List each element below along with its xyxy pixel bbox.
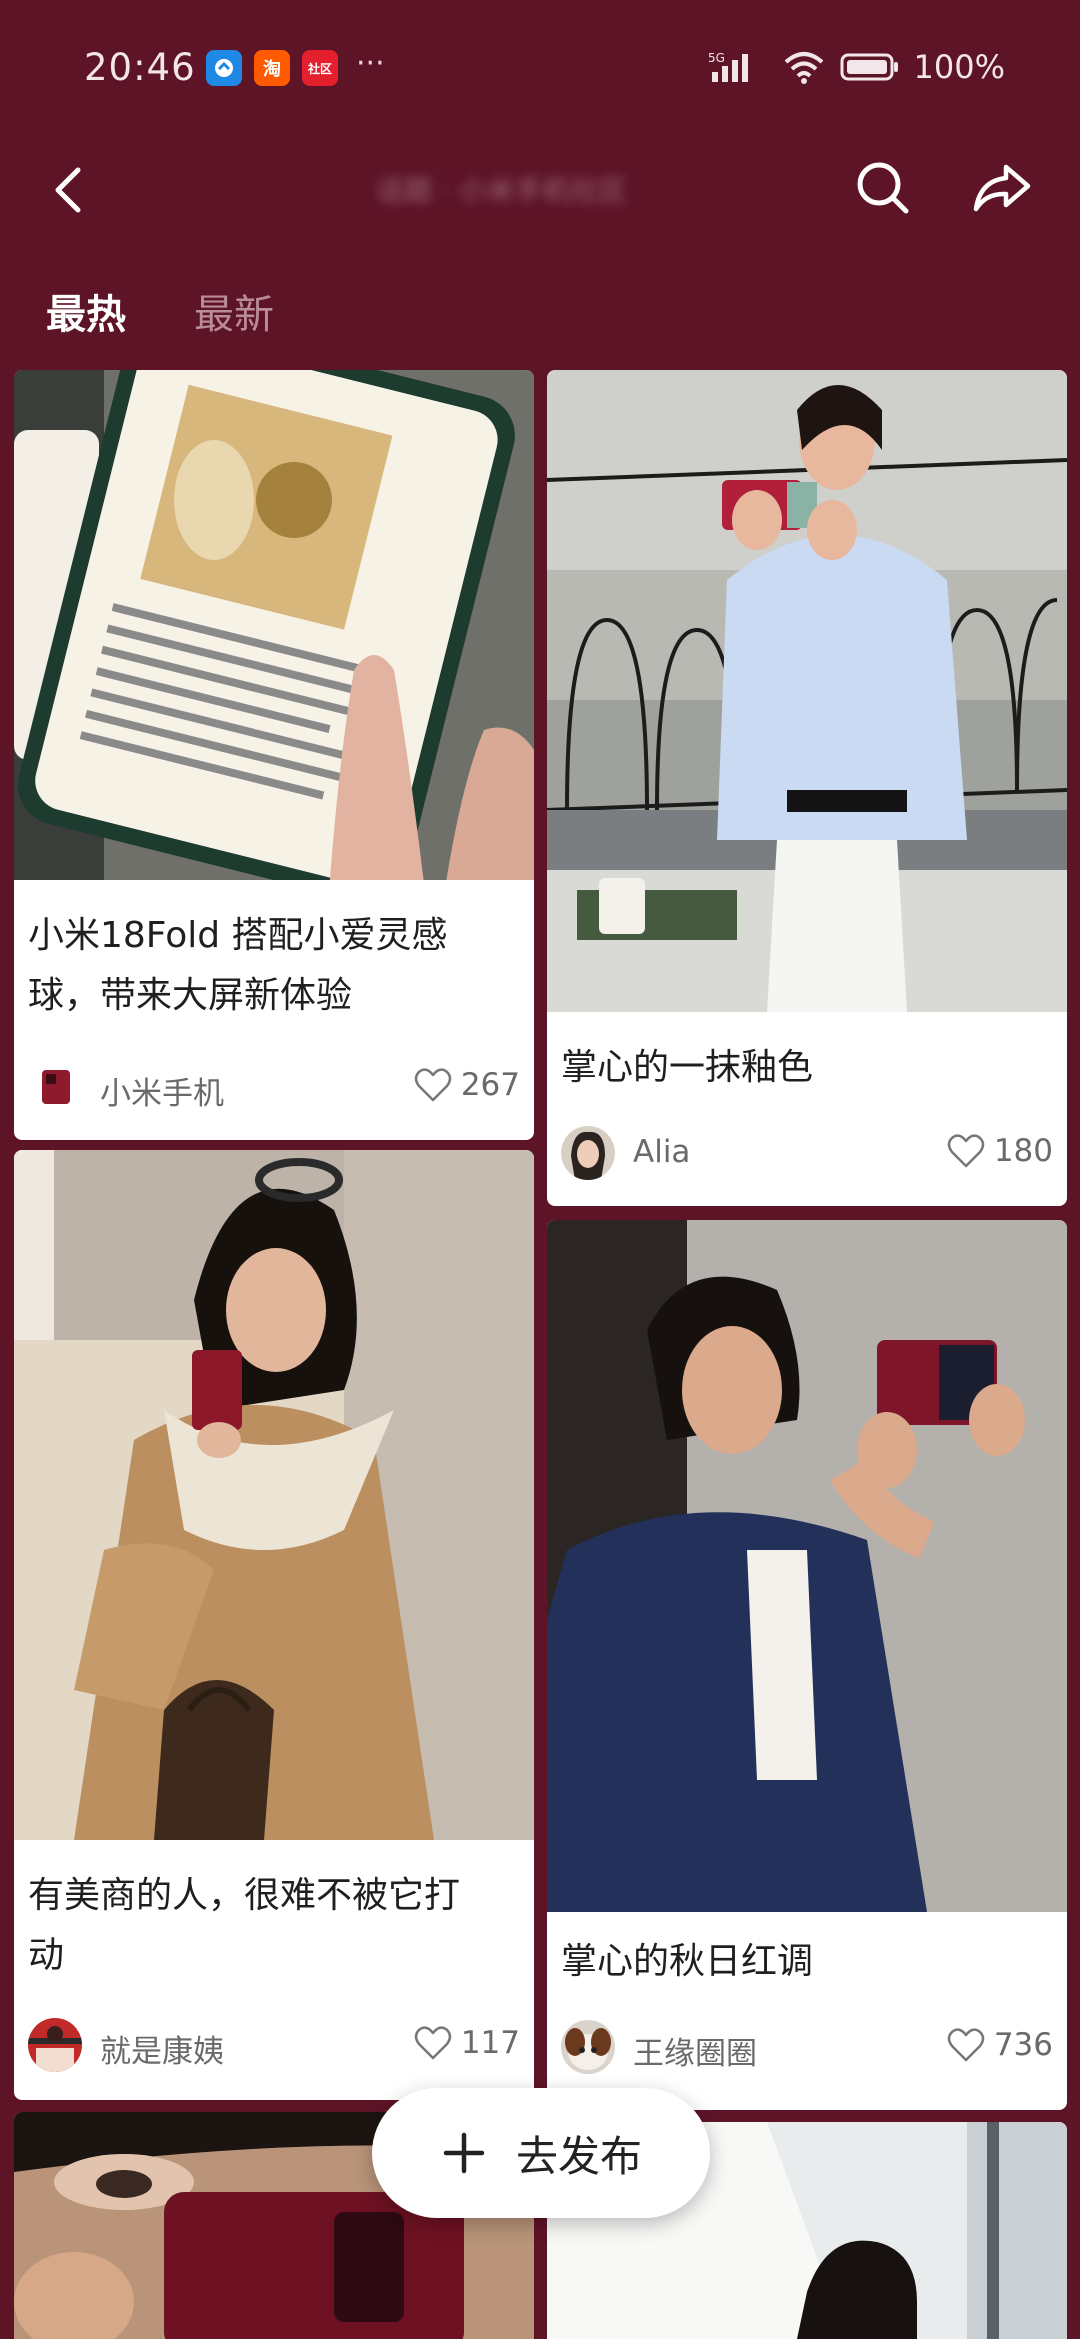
like-button[interactable]: 267 bbox=[413, 1066, 520, 1104]
heart-icon bbox=[947, 2028, 985, 2062]
like-count: 736 bbox=[993, 2027, 1053, 2063]
author-name[interactable]: Alia bbox=[633, 1134, 690, 1170]
battery-icon bbox=[840, 53, 898, 81]
svg-text:5G: 5G bbox=[708, 51, 725, 65]
status-bar: 20:46 淘 社区 ··· 5G 100% bbox=[0, 0, 1080, 135]
author-name[interactable]: 王缘圈圈 bbox=[633, 2028, 757, 2073]
author-name[interactable]: 小米手机 bbox=[100, 1068, 224, 1113]
post-footer: 王缘圈圈 736 bbox=[561, 2020, 1053, 2076]
heart-icon bbox=[414, 2026, 452, 2060]
post-card[interactable]: 掌心的秋日红调 王缘圈圈 736 bbox=[547, 1220, 1067, 2110]
like-button[interactable]: 736 bbox=[946, 2026, 1053, 2064]
post-title: 有美商的人，很难不被它打 动 bbox=[28, 1866, 520, 1986]
author-avatar[interactable] bbox=[28, 1060, 82, 1114]
post-card[interactable]: 掌心的一抹釉色 Alia 180 bbox=[547, 370, 1067, 1206]
heart-icon bbox=[414, 1068, 452, 1102]
status-indicators: 5G 100% bbox=[708, 48, 1005, 86]
post-title: 掌心的秋日红调 bbox=[561, 1932, 1053, 1992]
like-count: 267 bbox=[460, 1067, 520, 1103]
post-title-line: 动 bbox=[28, 1935, 65, 1976]
post-image bbox=[547, 1220, 1067, 1912]
post-footer: Alia 180 bbox=[561, 1126, 1053, 1182]
plus-icon bbox=[443, 2132, 485, 2174]
author-avatar[interactable] bbox=[561, 1126, 615, 1180]
author-avatar[interactable] bbox=[28, 2018, 82, 2072]
like-button[interactable]: 180 bbox=[946, 1132, 1053, 1170]
publish-button[interactable]: 去发布 bbox=[372, 2088, 710, 2218]
search-icon bbox=[857, 162, 909, 214]
notification-app-icons: 淘 社区 bbox=[206, 50, 338, 86]
battery-percent: 100% bbox=[913, 48, 1005, 86]
back-button[interactable] bbox=[40, 160, 100, 220]
author-avatar[interactable] bbox=[561, 2020, 615, 2074]
top-bar: 话题 · 小米手机社区 bbox=[0, 135, 1080, 245]
post-image bbox=[14, 1150, 534, 1840]
post-title-line: 有美商的人，很难不被它打 bbox=[28, 1875, 461, 1916]
post-title: 掌心的一抹釉色 bbox=[561, 1038, 1053, 1098]
wifi-icon bbox=[784, 52, 823, 84]
share-arrow-icon bbox=[973, 164, 1031, 212]
bluebird-app-icon bbox=[206, 50, 242, 86]
like-count: 117 bbox=[460, 2025, 520, 2061]
share-button[interactable] bbox=[970, 157, 1034, 217]
post-footer: 就是康姨 117 bbox=[28, 2018, 520, 2074]
taobao-app-icon: 淘 bbox=[254, 50, 290, 86]
post-image bbox=[547, 370, 1067, 1012]
back-arrow-icon bbox=[55, 167, 81, 213]
community-app-icon: 社区 bbox=[302, 50, 338, 86]
post-title-line: 球，带来大屏新体验 bbox=[28, 975, 353, 1016]
page-title: 话题 · 小米手机社区 bbox=[376, 174, 627, 207]
post-title-line: 小米18Fold 搭配小爱灵感 bbox=[28, 915, 448, 956]
post-title-line: 掌心的秋日红调 bbox=[561, 1941, 814, 1982]
heart-icon bbox=[947, 1134, 985, 1168]
post-title: 小米18Fold 搭配小爱灵感 球，带来大屏新体验 bbox=[28, 906, 520, 1026]
like-button[interactable]: 117 bbox=[413, 2024, 520, 2062]
more-notifications-icon: ··· bbox=[356, 46, 385, 81]
author-name[interactable]: 就是康姨 bbox=[100, 2026, 224, 2071]
post-card[interactable]: 有美商的人，很难不被它打 动 就是康姨 117 bbox=[14, 1150, 534, 2100]
publish-label: 去发布 bbox=[515, 2131, 642, 2181]
post-title-line: 掌心的一抹釉色 bbox=[561, 1047, 814, 1088]
tab-newest[interactable]: 最新 bbox=[194, 282, 274, 340]
search-button[interactable] bbox=[852, 157, 912, 217]
tab-hottest[interactable]: 最热 bbox=[46, 282, 126, 340]
post-image bbox=[14, 370, 534, 880]
post-footer: 小米手机 267 bbox=[28, 1060, 520, 1116]
sort-tabs: 最热 最新 bbox=[46, 282, 274, 340]
signal-icon: 5G bbox=[708, 51, 748, 82]
like-count: 180 bbox=[993, 1133, 1053, 1169]
status-time: 20:46 bbox=[84, 46, 196, 89]
post-card[interactable]: 小米18Fold 搭配小爱灵感 球，带来大屏新体验 小米手机 267 bbox=[14, 370, 534, 1140]
